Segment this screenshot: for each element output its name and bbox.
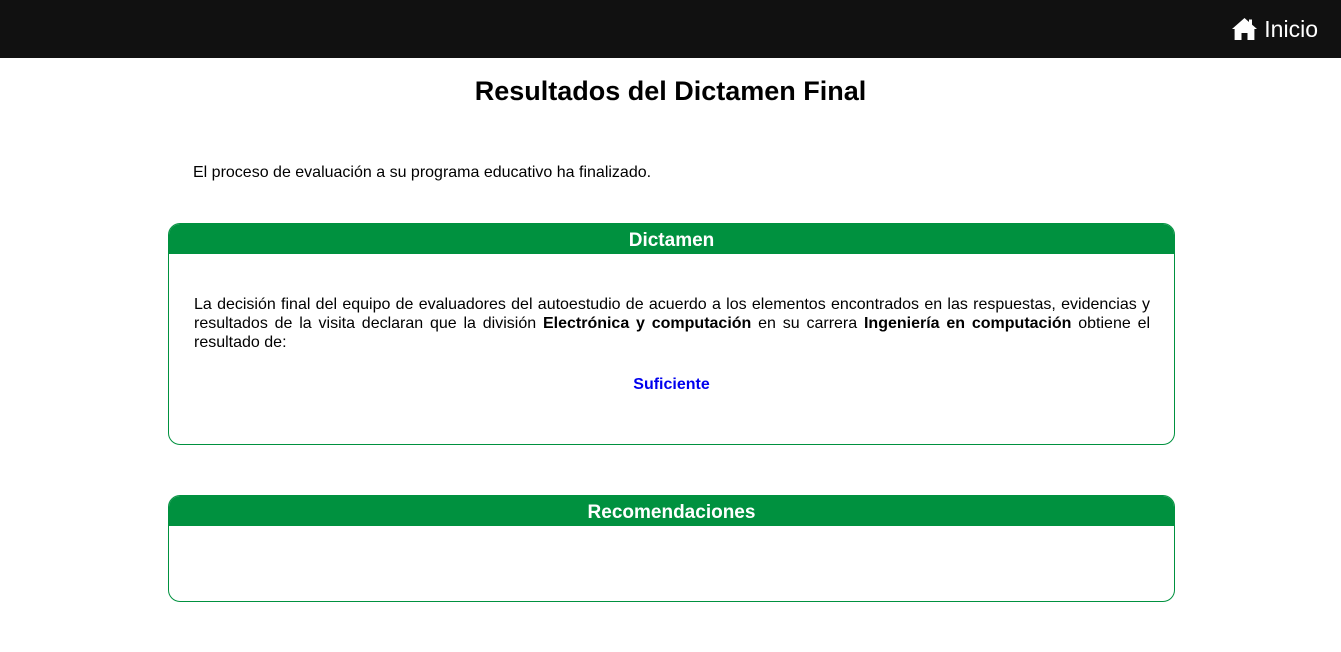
home-link[interactable]: Inicio — [1231, 14, 1318, 44]
division-name: Electrónica y computación — [542, 315, 752, 332]
dictamen-card: Dictamen La decisión final del equipo de… — [168, 223, 1175, 445]
intro-text: El proceso de evaluación a su programa e… — [193, 164, 652, 181]
dictamen-text: La decisión final del equipo de evaluado… — [169, 254, 1174, 352]
dictamen-header: Dictamen — [169, 224, 1174, 254]
result-value: Suficiente — [633, 376, 710, 393]
recomendaciones-card: Recomendaciones — [168, 495, 1175, 602]
carrera-name: Ingeniería en computación — [863, 315, 1072, 332]
home-label: Inicio — [1264, 15, 1318, 42]
dictamen-text-part2: en su carrera — [751, 315, 864, 332]
recomendaciones-header: Recomendaciones — [169, 496, 1174, 526]
home-icon — [1232, 18, 1258, 40]
page-title: Resultados del Dictamen Final — [474, 76, 867, 106]
top-nav-bar: Inicio — [0, 0, 1341, 58]
